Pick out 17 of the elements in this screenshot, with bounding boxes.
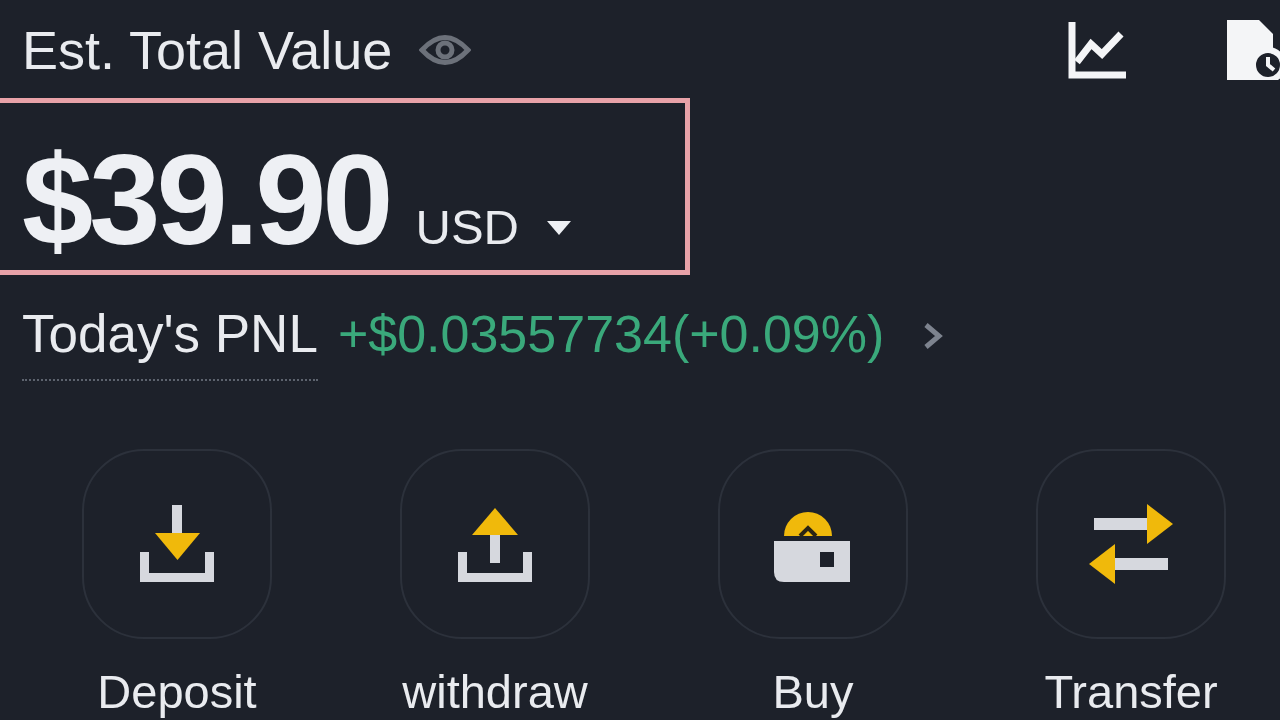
pnl-value: +$0.03557734(+0.09%) (337, 304, 885, 364)
caret-icon (546, 220, 571, 235)
transfer-button[interactable] (1036, 449, 1226, 639)
pnl-label[interactable]: Today's PNL (22, 304, 318, 381)
download-icon (138, 505, 216, 583)
currency-dropdown[interactable]: USD (415, 203, 571, 252)
deposit-button[interactable] (82, 449, 272, 639)
action-label: withdraw (402, 668, 588, 715)
transfer-arrows-icon (1089, 504, 1173, 584)
buy-button[interactable] (718, 449, 908, 639)
total-value-title: Est. Total Value (22, 19, 393, 81)
document-clock-icon[interactable] (1225, 20, 1280, 80)
balance-amount: $39.90 (22, 136, 390, 264)
action-label: Transfer (1044, 668, 1218, 715)
line-chart-icon[interactable] (1068, 21, 1126, 79)
chevron-right-icon[interactable] (922, 322, 945, 350)
withdraw-button[interactable] (400, 449, 590, 639)
